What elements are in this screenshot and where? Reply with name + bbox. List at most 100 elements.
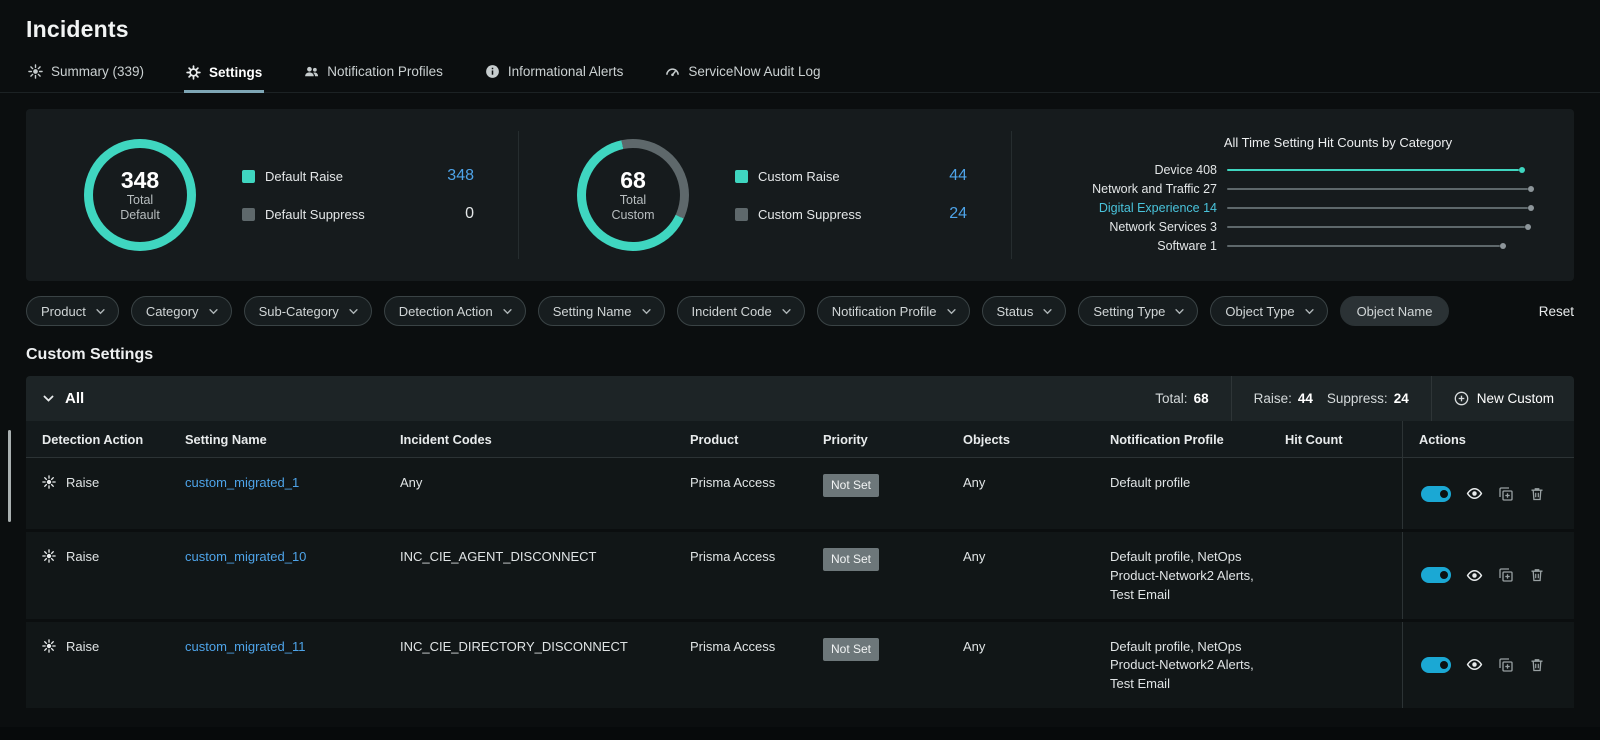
detection-action-cell: Raise (26, 622, 169, 709)
custom-donut-chart: 68 Total Custom (577, 139, 689, 251)
clone-button[interactable] (1498, 486, 1514, 502)
section-title: Custom Settings (26, 346, 1574, 364)
filter-notification-profile[interactable]: Notification Profile (817, 296, 970, 326)
detection-action-cell: Raise (26, 532, 169, 619)
objects-cell: Any (947, 622, 1094, 709)
view-button[interactable] (1466, 656, 1483, 673)
default-caption: Default (120, 208, 160, 223)
filter-sub-category[interactable]: Sub-Category (244, 296, 372, 326)
hit-counts-title: All Time Setting Hit Counts by Category (1022, 135, 1534, 150)
legend-swatch (735, 208, 748, 221)
incident-icon (28, 64, 43, 79)
tab-summary[interactable]: Summary (339) (26, 53, 146, 92)
actions-cell (1402, 622, 1574, 709)
legend-item-default-raise: Default Raise 348 (242, 167, 474, 185)
table-header-row: Detection Action Setting Name Incident C… (26, 421, 1574, 458)
priority-cell: Not Set (807, 458, 947, 529)
tab-notification-profiles[interactable]: Notification Profiles (302, 53, 445, 92)
legend-swatch (242, 208, 255, 221)
filter-bar: Product Category Sub-Category Detection … (26, 296, 1574, 326)
custom-caption: Total (620, 193, 646, 208)
filter-object-name[interactable]: Object Name (1340, 296, 1450, 326)
copy-icon (1498, 657, 1514, 673)
eye-icon (1466, 567, 1483, 584)
filter-setting-name[interactable]: Setting Name (538, 296, 665, 326)
product-cell: Prisma Access (674, 622, 807, 709)
reset-filters-button[interactable]: Reset (1539, 304, 1574, 319)
filter-product[interactable]: Product (26, 296, 119, 326)
clone-button[interactable] (1498, 567, 1514, 583)
chevron-down-icon (1042, 306, 1053, 317)
incident-codes-cell: Any (384, 458, 674, 529)
custom-settings-summary: 68 Total Custom Custom Raise 44 Custom S… (519, 109, 1011, 281)
raise-icon (42, 639, 56, 653)
table-row: Raise custom_migrated_10 INC_CIE_AGENT_D… (26, 532, 1574, 622)
chevron-down-icon (641, 306, 652, 317)
setting-name-link[interactable]: custom_migrated_1 (185, 475, 299, 490)
priority-badge: Not Set (823, 474, 879, 497)
summary-raise-suppress: Raise:44 Suppress:24 (1232, 376, 1431, 421)
product-cell: Prisma Access (674, 532, 807, 619)
tab-label: ServiceNow Audit Log (688, 64, 820, 79)
priority-badge: Not Set (823, 548, 879, 571)
enabled-toggle[interactable] (1421, 486, 1451, 502)
gear-icon (186, 65, 201, 80)
filter-status[interactable]: Status (982, 296, 1067, 326)
legend-item-custom-suppress: Custom Suppress 24 (735, 205, 967, 223)
objects-cell: Any (947, 458, 1094, 529)
tab-bar: Summary (339) Settings Notification Prof… (0, 53, 1600, 93)
enabled-toggle[interactable] (1421, 657, 1451, 673)
default-donut-chart: 348 Total Default (84, 139, 196, 251)
chevron-down-icon (502, 306, 513, 317)
users-icon (304, 64, 319, 79)
setting-name-link[interactable]: custom_migrated_11 (185, 639, 305, 654)
chevron-down-icon (946, 306, 957, 317)
table-row: Raise custom_migrated_1 Any Prisma Acces… (26, 458, 1574, 532)
custom-legend: Custom Raise 44 Custom Suppress 24 (735, 167, 967, 223)
new-custom-button[interactable]: New Custom (1432, 376, 1574, 421)
page-title: Incidents (26, 16, 1600, 43)
trash-icon (1529, 567, 1545, 583)
hit-counts-chart: All Time Setting Hit Counts by Category … (1012, 109, 1574, 281)
view-button[interactable] (1466, 567, 1483, 584)
copy-icon (1498, 567, 1514, 583)
delete-button[interactable] (1529, 567, 1545, 583)
info-icon (485, 64, 500, 79)
clone-button[interactable] (1498, 657, 1514, 673)
chevron-down-icon (208, 306, 219, 317)
tab-servicenow-audit-log[interactable]: ServiceNow Audit Log (663, 53, 822, 92)
view-button[interactable] (1466, 485, 1483, 502)
hit-count-cell (1269, 458, 1402, 529)
default-legend: Default Raise 348 Default Suppress 0 (242, 167, 474, 223)
incident-codes-cell: INC_CIE_DIRECTORY_DISCONNECT (384, 622, 674, 709)
priority-cell: Not Set (807, 532, 947, 619)
enabled-toggle[interactable] (1421, 567, 1451, 583)
tab-label: Summary (339) (51, 64, 144, 79)
setting-name-link[interactable]: custom_migrated_10 (185, 549, 306, 564)
notification-profile-cell: Default profile, NetOps Product-Network2… (1094, 532, 1269, 619)
trash-icon (1529, 657, 1545, 673)
group-collapse-toggle[interactable]: All (42, 390, 84, 407)
delete-button[interactable] (1529, 486, 1545, 502)
filter-incident-code[interactable]: Incident Code (677, 296, 805, 326)
legend-swatch (242, 170, 255, 183)
filter-category[interactable]: Category (131, 296, 232, 326)
column-header: Incident Codes (384, 421, 674, 457)
setting-name-cell: custom_migrated_10 (169, 532, 384, 619)
default-total-value: 348 (121, 167, 159, 193)
filter-detection-action[interactable]: Detection Action (384, 296, 526, 326)
delete-button[interactable] (1529, 657, 1545, 673)
tab-settings[interactable]: Settings (184, 53, 264, 93)
vertical-scrollbar-thumb[interactable] (8, 430, 11, 522)
filter-object-type[interactable]: Object Type (1210, 296, 1327, 326)
filter-setting-type[interactable]: Setting Type (1078, 296, 1198, 326)
notification-profile-cell: Default profile, NetOps Product-Network2… (1094, 622, 1269, 709)
hit-count-row: Network Services 3 (1022, 217, 1534, 236)
chevron-down-icon (1174, 306, 1185, 317)
tab-label: Informational Alerts (508, 64, 624, 79)
setting-name-cell: custom_migrated_1 (169, 458, 384, 529)
legend-item-default-suppress: Default Suppress 0 (242, 205, 474, 223)
tab-informational-alerts[interactable]: Informational Alerts (483, 53, 626, 92)
notification-profile-cell: Default profile (1094, 458, 1269, 529)
custom-settings-table: All Total:68 Raise:44 Suppress:24 New Cu… (26, 376, 1574, 711)
